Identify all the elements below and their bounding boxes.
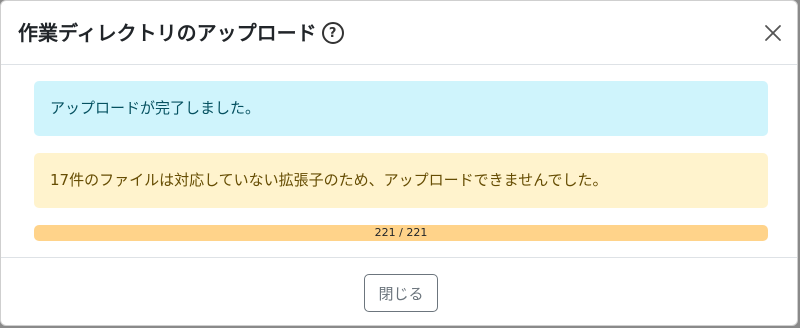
- warning-alert: 17件のファイルは対応していない拡張子のため、アップロードできませんでした。: [34, 153, 768, 208]
- close-button[interactable]: 閉じる: [364, 274, 438, 312]
- dialog-body: アップロードが完了しました。 17件のファイルは対応していない拡張子のため、アッ…: [1, 65, 797, 257]
- dialog-title: 作業ディレクトリのアップロード ?: [18, 19, 344, 47]
- dialog-footer: 閉じる: [1, 257, 797, 325]
- dialog-header: 作業ディレクトリのアップロード ?: [1, 1, 797, 65]
- close-icon[interactable]: [761, 21, 785, 45]
- upload-progress-bar: 221 / 221: [34, 225, 768, 241]
- dialog-title-text: 作業ディレクトリのアップロード: [18, 21, 317, 45]
- upload-progress: 221 / 221: [34, 225, 768, 241]
- upload-dialog: 作業ディレクトリのアップロード ? アップロードが完了しました。 17件のファイ…: [0, 0, 798, 326]
- success-alert: アップロードが完了しました。: [34, 81, 768, 136]
- help-icon[interactable]: ?: [321, 22, 344, 44]
